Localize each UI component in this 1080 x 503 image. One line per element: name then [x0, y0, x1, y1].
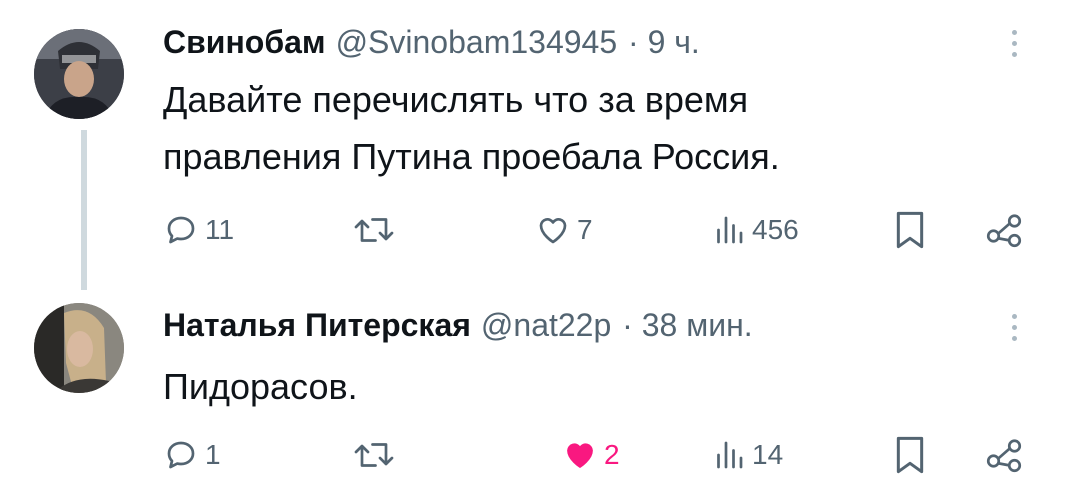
share-icon — [986, 439, 1022, 473]
retweet-icon — [354, 443, 394, 467]
like-button[interactable]: 2 — [562, 430, 620, 480]
reply-button[interactable]: 1 — [163, 430, 221, 480]
display-name[interactable]: Наталья Питерская — [163, 307, 471, 343]
reply-button[interactable]: 11 — [163, 205, 234, 255]
timestamp[interactable]: · 9 ч. — [628, 24, 700, 60]
bookmark-icon — [896, 436, 924, 474]
views-button[interactable]: 456 — [712, 205, 799, 255]
bookmark-button[interactable] — [892, 205, 928, 255]
like-icon — [539, 217, 567, 244]
reply-icon — [167, 441, 195, 469]
tweet-text-line: правления Путина проебала Россия. — [163, 136, 780, 177]
views-icon — [717, 216, 743, 244]
tweet-header: Свинобам @Svinobam134945 · 9 ч. — [163, 22, 700, 62]
display-name[interactable]: Свинобам — [163, 24, 326, 60]
action-bar: 11 7 456 — [0, 205, 1080, 255]
more-icon[interactable] — [1012, 314, 1020, 341]
timestamp[interactable]: · 38 мин. — [622, 307, 752, 343]
views-button[interactable]: 14 — [712, 430, 783, 480]
like-count: 2 — [604, 439, 620, 470]
retweet-icon — [354, 218, 394, 242]
action-bar: 1 2 14 — [0, 430, 1080, 480]
bookmark-icon — [896, 211, 924, 249]
share-button[interactable] — [984, 205, 1024, 255]
bookmark-button[interactable] — [892, 430, 928, 480]
like-count: 7 — [577, 214, 593, 245]
like-icon — [567, 443, 593, 468]
tweet-header: Наталья Питерская @nat22p · 38 мин. — [163, 305, 753, 345]
tweet: Свинобам @Svinobam134945 · 9 ч. Давайте п… — [0, 0, 1080, 290]
tweet: Наталья Питерская @nat22p · 38 мин. Пидор… — [0, 280, 1080, 503]
views-count: 456 — [752, 214, 799, 245]
views-icon — [717, 441, 743, 469]
tweet-text-line: Пидорасов. — [163, 366, 358, 407]
tweet-text: Давайте перечислять что за время правлен… — [163, 71, 983, 185]
handle[interactable]: @nat22p — [481, 307, 611, 343]
reply-icon — [167, 216, 195, 244]
views-count: 14 — [752, 439, 784, 470]
share-button[interactable] — [984, 430, 1024, 480]
share-icon — [986, 214, 1022, 248]
retweet-button[interactable] — [352, 430, 396, 480]
more-icon[interactable] — [1012, 30, 1020, 57]
reply-count: 11 — [205, 214, 235, 245]
tweet-text: Пидорасов. — [163, 358, 983, 415]
like-button[interactable]: 7 — [535, 205, 593, 255]
retweet-button[interactable] — [352, 205, 396, 255]
avatar[interactable] — [34, 303, 124, 393]
avatar[interactable] — [34, 29, 124, 119]
handle[interactable]: @Svinobam134945 — [336, 24, 618, 60]
reply-count: 1 — [205, 439, 221, 470]
tweet-text-line: Давайте перечислять что за время — [163, 79, 749, 120]
